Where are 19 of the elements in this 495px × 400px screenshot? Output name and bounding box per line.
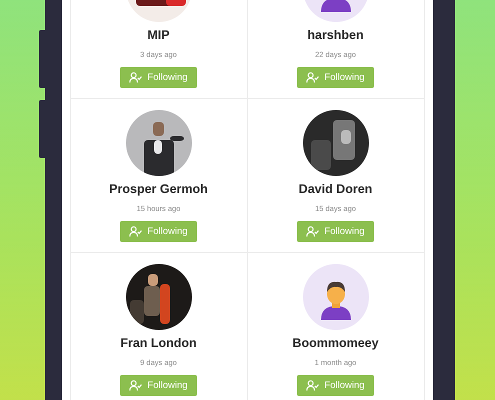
user-name: Prosper Germoh [109, 182, 208, 196]
following-button[interactable]: Following [120, 375, 197, 396]
user-check-icon [306, 72, 320, 83]
user-name: Boommomeey [292, 336, 379, 350]
user-name: Fran London [120, 336, 197, 350]
user-check-icon [306, 380, 320, 391]
user-name: David Doren [298, 182, 372, 196]
user-check-icon [129, 380, 142, 391]
user-name: MIP [147, 28, 170, 42]
following-button[interactable]: Following [120, 221, 197, 242]
user-check-icon [129, 226, 142, 237]
following-button[interactable]: Following [297, 67, 374, 88]
following-button[interactable]: Following [120, 67, 197, 88]
following-button[interactable]: Following [297, 221, 374, 242]
avatar-icon [302, 264, 368, 330]
user-name: harshben [307, 28, 364, 42]
following-button[interactable]: Following [297, 375, 374, 396]
user-check-icon [306, 226, 320, 237]
user-check-icon [129, 72, 142, 83]
